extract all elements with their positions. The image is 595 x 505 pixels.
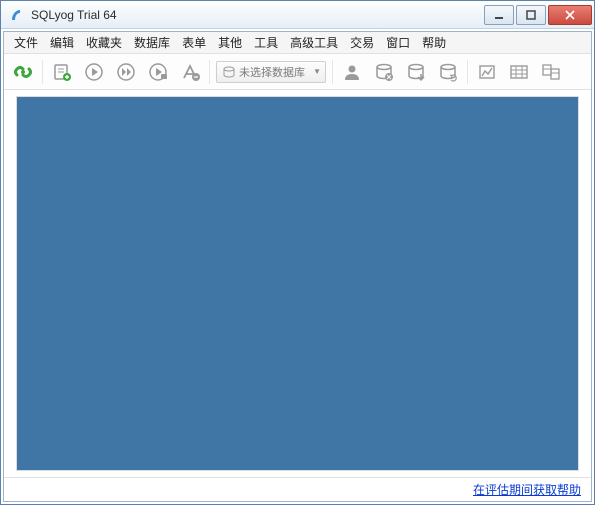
toolbar: 未选择数据库 ▼: [4, 54, 591, 90]
menu-window[interactable]: 窗口: [380, 32, 416, 53]
execute-explain-icon[interactable]: [145, 59, 171, 85]
app-window: SQLyog Trial 64 文件 编辑 收藏夹 数据库 表单 其他 工具 高…: [0, 0, 595, 505]
menu-tools[interactable]: 工具: [248, 32, 284, 53]
user-manager-icon[interactable]: [339, 59, 365, 85]
new-connection-icon[interactable]: [10, 59, 36, 85]
database-selector-label: 未选择数据库: [239, 64, 305, 80]
separator: [467, 60, 468, 84]
database-icon: [223, 66, 235, 78]
schema-designer-icon[interactable]: [474, 59, 500, 85]
menu-others[interactable]: 其他: [212, 32, 248, 53]
menu-file[interactable]: 文件: [8, 32, 44, 53]
minimize-button[interactable]: [484, 5, 514, 25]
inner-frame: 文件 编辑 收藏夹 数据库 表单 其他 工具 高级工具 交易 窗口 帮助: [3, 31, 592, 502]
menu-edit[interactable]: 编辑: [44, 32, 80, 53]
workspace-area: [16, 96, 579, 471]
menu-transactions[interactable]: 交易: [344, 32, 380, 53]
trial-help-link[interactable]: 在评估期间获取帮助: [473, 481, 581, 498]
scheduled-backup-icon[interactable]: [371, 59, 397, 85]
maximize-button[interactable]: [516, 5, 546, 25]
separator: [332, 60, 333, 84]
menu-powertools[interactable]: 高级工具: [284, 32, 344, 53]
window-controls: [482, 5, 592, 25]
import-data-icon[interactable]: [403, 59, 429, 85]
statusbar: 在评估期间获取帮助: [4, 477, 591, 501]
execute-all-icon[interactable]: [113, 59, 139, 85]
format-query-icon[interactable]: [177, 59, 203, 85]
separator: [42, 60, 43, 84]
app-icon: [9, 7, 25, 23]
close-button[interactable]: [548, 5, 592, 25]
query-builder-icon[interactable]: [506, 59, 532, 85]
menu-table[interactable]: 表单: [176, 32, 212, 53]
new-query-icon[interactable]: [49, 59, 75, 85]
data-search-icon[interactable]: [538, 59, 564, 85]
menu-database[interactable]: 数据库: [128, 32, 176, 53]
database-selector[interactable]: 未选择数据库 ▼: [216, 61, 326, 83]
separator: [209, 60, 210, 84]
sync-data-icon[interactable]: [435, 59, 461, 85]
titlebar: SQLyog Trial 64: [1, 1, 594, 29]
menu-help[interactable]: 帮助: [416, 32, 452, 53]
dropdown-caret-icon: ▼: [313, 67, 321, 76]
menu-favorites[interactable]: 收藏夹: [80, 32, 128, 53]
execute-query-icon[interactable]: [81, 59, 107, 85]
window-title: SQLyog Trial 64: [31, 8, 482, 22]
menubar: 文件 编辑 收藏夹 数据库 表单 其他 工具 高级工具 交易 窗口 帮助: [4, 32, 591, 54]
